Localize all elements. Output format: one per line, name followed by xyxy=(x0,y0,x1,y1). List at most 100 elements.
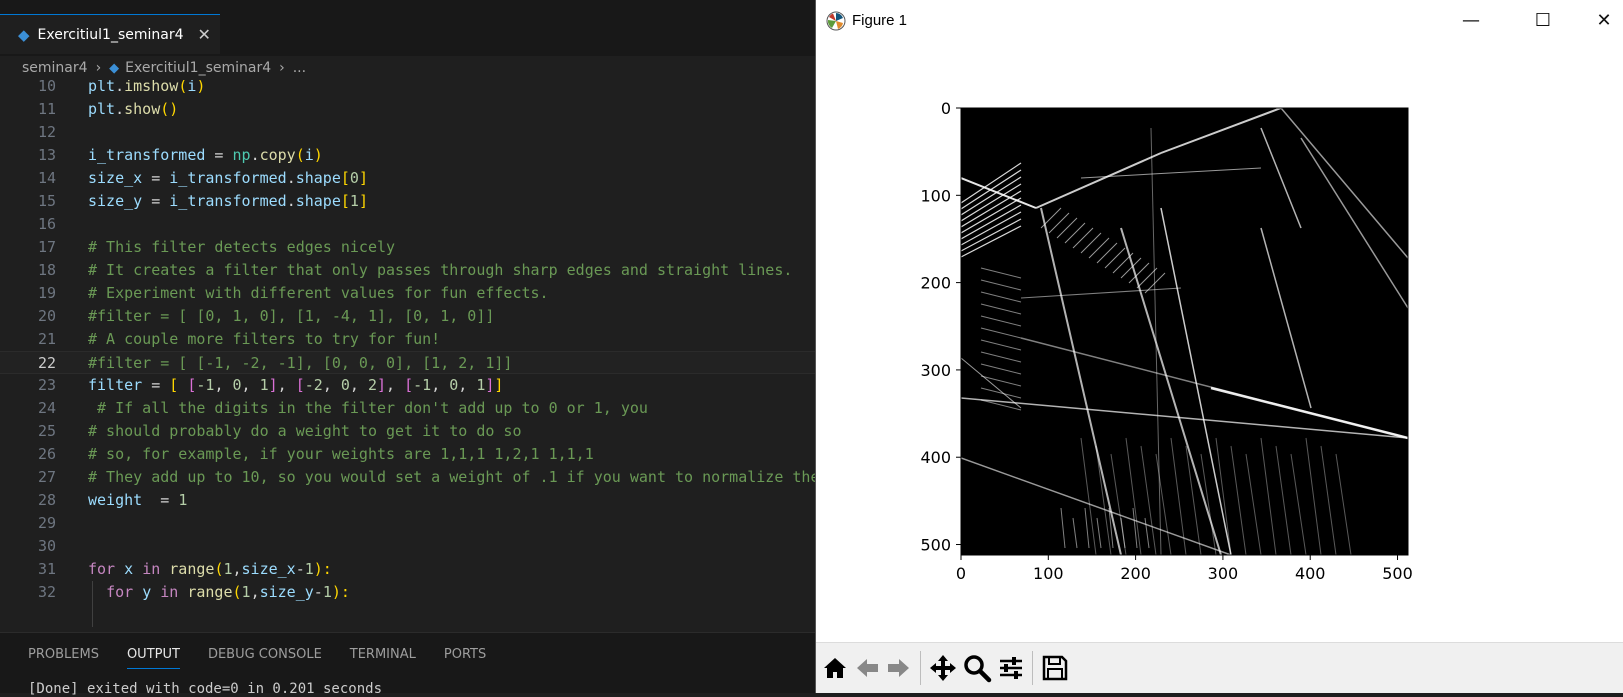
x-tick-label: 100 xyxy=(1033,564,1064,583)
y-tick-label: 0 xyxy=(941,99,951,118)
panel-tab-terminal[interactable]: TERMINAL xyxy=(350,647,416,669)
code-line[interactable]: 24 # If all the digits in the filter don… xyxy=(0,397,815,420)
code-text: # A couple more filters to try for fun! xyxy=(88,330,441,348)
breadcrumb-file[interactable]: Exercitiul1_seminar4 xyxy=(125,60,271,76)
configure-subplots-icon[interactable] xyxy=(996,653,1026,683)
code-text: # so, for example, if your weights are 1… xyxy=(88,445,594,463)
zoom-icon[interactable] xyxy=(962,653,992,683)
indent-guide xyxy=(92,581,93,627)
panel-tab-output[interactable]: OUTPUT xyxy=(126,647,180,669)
bottom-panel: PROBLEMS OUTPUT DEBUG CONSOLE TERMINAL PORTS… xyxy=(0,632,815,697)
line-number: 26 xyxy=(37,445,56,463)
code-line[interactable]: 21 # A couple more filters to try for fun… xyxy=(0,328,815,351)
panel-tab-debug-console[interactable]: DEBUG CONSOLE xyxy=(208,647,322,669)
code-text: #filter = [ [0, 1, 0], [1, -4, 1], [0, 1… xyxy=(88,307,495,325)
code-line[interactable]: 18 # It creates a filter that only passes… xyxy=(0,259,815,282)
line-number: 28 xyxy=(37,491,56,509)
code-line[interactable]: 26 # so, for example, if your weights are… xyxy=(0,443,815,466)
line-number: 11 xyxy=(37,100,56,118)
minimize-icon[interactable]: — xyxy=(1456,8,1486,34)
code-editor[interactable]: 10 plt.imshow(i) 11 plt.show() 12 13 i_transfo… xyxy=(0,80,815,632)
x-tick-label: 400 xyxy=(1295,564,1326,583)
plot-canvas[interactable]: 0 100 200 300 400 500 0 100 200 300 400 500 xyxy=(816,42,1623,642)
line-number: 20 xyxy=(37,307,56,325)
x-tick-label: 200 xyxy=(1120,564,1151,583)
plot-area[interactable]: 0 100 200 300 400 500 0 100 200 300 400 500 xyxy=(816,42,1623,642)
code-text: i_transformed = np.copy(i) xyxy=(88,146,323,164)
close-window-icon[interactable]: ✕ xyxy=(1589,8,1619,34)
code-line[interactable]: 29 xyxy=(0,512,815,535)
code-text: # It creates a filter that only passes t… xyxy=(88,261,793,279)
code-line[interactable]: 20 #filter = [ [0, 1, 0], [1, -4, 1], [0,… xyxy=(0,305,815,328)
y-axis: 0 100 200 300 400 500 xyxy=(920,99,961,555)
code-text: # Experiment with different values for f… xyxy=(88,284,549,302)
figure-title: Figure 1 xyxy=(852,12,908,29)
line-number: 31 xyxy=(37,560,56,578)
code-text: #filter = [ [-1, -2, -1], [0, 0, 0], [1,… xyxy=(88,354,513,372)
code-text: for y in range(1,size_y-1): xyxy=(106,583,350,601)
y-tick-label: 300 xyxy=(920,361,951,380)
navigation-toolbar xyxy=(816,642,1623,693)
line-number: 10 xyxy=(37,80,56,95)
code-line[interactable]: 14 size_x = i_transformed.shape[0] xyxy=(0,167,815,190)
code-text: for x in range(1,size_x-1): xyxy=(88,560,332,578)
line-number: 25 xyxy=(37,422,56,440)
code-line[interactable]: 16 xyxy=(0,213,815,236)
code-line[interactable]: 23 filter = [ [-1, 0, 1], [-2, 0, 2], [-1… xyxy=(0,374,815,397)
code-line[interactable]: 27 # They add up to 10, so you would set … xyxy=(0,466,815,489)
code-line[interactable]: 28 weight = 1 xyxy=(0,489,815,512)
y-tick-label: 500 xyxy=(920,536,951,555)
line-number: 21 xyxy=(37,330,56,348)
close-tab-icon[interactable]: ✕ xyxy=(198,25,211,44)
code-line[interactable]: 17 # This filter detects edges nicely xyxy=(0,236,815,259)
panel-tab-ports[interactable]: PORTS xyxy=(444,647,486,669)
code-line[interactable]: 10 plt.imshow(i) xyxy=(0,80,815,98)
maximize-icon[interactable]: ☐ xyxy=(1528,8,1558,34)
line-number: 32 xyxy=(37,583,56,601)
line-number: 14 xyxy=(37,169,56,187)
code-text: plt.imshow(i) xyxy=(88,80,206,95)
breadcrumb-more[interactable]: ... xyxy=(293,60,306,76)
code-line[interactable]: 30 xyxy=(0,535,815,558)
figure-titlebar: Figure 1 — ☐ ✕ xyxy=(816,0,1623,42)
code-text: plt.show() xyxy=(88,100,179,118)
code-text: filter = [ [-1, 0, 1], [-2, 0, 2], [-1, … xyxy=(88,376,504,394)
line-number: 18 xyxy=(37,261,56,279)
back-icon[interactable] xyxy=(852,653,882,683)
code-line[interactable]: 11 plt.show() xyxy=(0,98,815,121)
code-line[interactable]: 31 for x in range(1,size_x-1): xyxy=(0,558,815,581)
editor-tab-bar: ◆ Exercitiul1_seminar4 ✕ xyxy=(0,0,815,60)
code-text: # should probably do a weight to get it … xyxy=(88,422,522,440)
line-number: 27 xyxy=(37,468,56,486)
x-tick-label: 300 xyxy=(1208,564,1239,583)
code-line[interactable]: 22 #filter = [ [-1, -2, -1], [0, 0, 0], [… xyxy=(0,351,815,374)
x-tick-label: 500 xyxy=(1382,564,1413,583)
figure-window: Figure 1 — ☐ ✕ 0 100 200 300 400 500 0 100 200 3… xyxy=(815,0,1623,693)
code-line[interactable]: 19 # Experiment with different values for… xyxy=(0,282,815,305)
code-line[interactable]: 32 for y in range(1,size_y-1): xyxy=(0,581,815,604)
code-line[interactable]: 15 size_y = i_transformed.shape[1] xyxy=(0,190,815,213)
line-number: 22 xyxy=(37,354,56,372)
code-line[interactable]: 13 i_transformed = np.copy(i) xyxy=(0,144,815,167)
breadcrumb-folder[interactable]: seminar4 xyxy=(22,60,88,76)
python-file-icon: ◆ xyxy=(109,60,120,76)
code-line[interactable]: 25 # should probably do a weight to get i… xyxy=(0,420,815,443)
forward-icon[interactable] xyxy=(884,653,914,683)
pan-icon[interactable] xyxy=(928,653,958,683)
chevron-right-icon: › xyxy=(95,60,102,76)
home-icon[interactable] xyxy=(820,653,850,683)
save-icon[interactable] xyxy=(1040,653,1070,683)
line-number: 12 xyxy=(37,123,56,141)
line-number: 30 xyxy=(37,537,56,555)
matplotlib-logo-icon xyxy=(826,11,846,31)
line-number: 17 xyxy=(37,238,56,256)
panel-tab-problems[interactable]: PROBLEMS xyxy=(28,647,99,669)
panel-tabs: PROBLEMS OUTPUT DEBUG CONSOLE TERMINAL PORTS xyxy=(0,647,486,669)
tab-label: Exercitiul1_seminar4 xyxy=(37,26,184,43)
code-text: size_x = i_transformed.shape[0] xyxy=(88,169,368,187)
code-line[interactable]: 12 xyxy=(0,121,815,144)
tab-exercitiul1-seminar4[interactable]: ◆ Exercitiul1_seminar4 ✕ xyxy=(0,14,220,54)
line-number: 29 xyxy=(37,514,56,532)
toolbar-separator xyxy=(920,651,921,685)
toolbar-separator xyxy=(1032,651,1033,685)
